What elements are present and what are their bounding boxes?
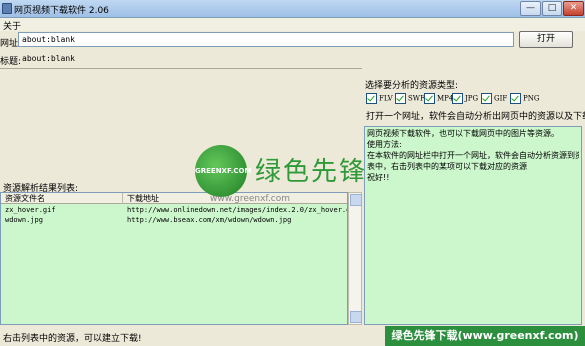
row-filename: wdown.jpg bbox=[5, 216, 43, 224]
table-row[interactable]: wdown.jpg http://www.bseax.com/xm/wdown/… bbox=[1, 215, 347, 225]
checkbox-flv[interactable]: FLV bbox=[366, 93, 393, 105]
open-button[interactable]: 打开 bbox=[519, 31, 573, 48]
checkbox-icon bbox=[510, 93, 521, 104]
info-line: 祝好!! bbox=[367, 173, 390, 182]
info-line: 使用方法: bbox=[367, 140, 402, 149]
checkbox-jpg[interactable]: JPG bbox=[452, 93, 478, 105]
watermark-text: 绿色先锋 bbox=[255, 157, 368, 187]
checkbox-icon bbox=[424, 93, 435, 104]
row-filename: zx_hover.gif bbox=[5, 206, 56, 214]
resource-type-label: 选择要分析的资源类型: bbox=[365, 81, 459, 91]
page-title-value: about:blank bbox=[22, 54, 75, 63]
results-list[interactable]: 资源文件名 下载地址 zx_hover.gif http://www.onlin… bbox=[0, 192, 348, 325]
watermark-logo: GREENXF.COM bbox=[195, 145, 251, 197]
info-line: 表中，右击列表中的某项可以下载对应的资源 bbox=[367, 162, 527, 171]
minimize-button[interactable]: — bbox=[520, 1, 541, 16]
row-url: http://www.bseax.com/xm/wdown/wdown.jpg bbox=[127, 216, 292, 224]
menu-item-about[interactable]: 关于 bbox=[3, 19, 21, 32]
instruction-text: 打开一个网址，软件会自动分析出网页中的资源以及下载地址! bbox=[366, 112, 585, 122]
checkbox-gif[interactable]: GIF bbox=[481, 93, 507, 105]
watermark-url: www.greenxf.com bbox=[210, 194, 291, 204]
maximize-button[interactable]: □ bbox=[542, 1, 562, 16]
row-url: http://www.onlinedown.net/images/index.2… bbox=[127, 206, 348, 214]
results-scrollbar[interactable] bbox=[348, 192, 362, 325]
info-textbox[interactable]: 网页视频下载软件，也可以下载网页中的图片等资源。 使用方法: 在本软件的网址栏中… bbox=[364, 126, 582, 325]
title-bar[interactable]: 网页视频下载软件 2.06 — □ ✕ bbox=[0, 0, 585, 18]
window-title: 网页视频下载软件 2.06 bbox=[14, 6, 109, 16]
checkbox-png[interactable]: PNG bbox=[510, 93, 539, 105]
status-text: 右击列表中的资源，可以建立下载! bbox=[3, 334, 142, 344]
column-header-filename[interactable]: 资源文件名 bbox=[1, 193, 123, 204]
info-line: 网页视频下载软件，也可以下载网页中的图片等资源。 bbox=[367, 129, 559, 138]
watermark: GREENXF.COM 绿色先锋 bbox=[195, 145, 365, 200]
checkbox-icon bbox=[481, 93, 492, 104]
app-icon bbox=[2, 3, 12, 14]
checkbox-swf[interactable]: SWF bbox=[395, 93, 425, 105]
table-row[interactable]: zx_hover.gif http://www.onlinedown.net/i… bbox=[1, 205, 347, 215]
checkbox-icon bbox=[395, 93, 406, 104]
address-input[interactable] bbox=[18, 32, 514, 47]
checkbox-mp4[interactable]: MP4 bbox=[424, 93, 453, 105]
menu-bar: 关于 bbox=[0, 18, 585, 32]
close-button[interactable]: ✕ bbox=[563, 1, 584, 16]
checkbox-icon bbox=[366, 93, 377, 104]
info-line: 在本软件的网址栏中打开一个网址，软件会自动分析资源到资源列 bbox=[367, 151, 579, 160]
checkbox-icon bbox=[452, 93, 463, 104]
page-title-label: 标题: bbox=[0, 57, 22, 67]
watermark-badge: 绿色先锋下载(www.greenxf.com) bbox=[385, 326, 585, 346]
